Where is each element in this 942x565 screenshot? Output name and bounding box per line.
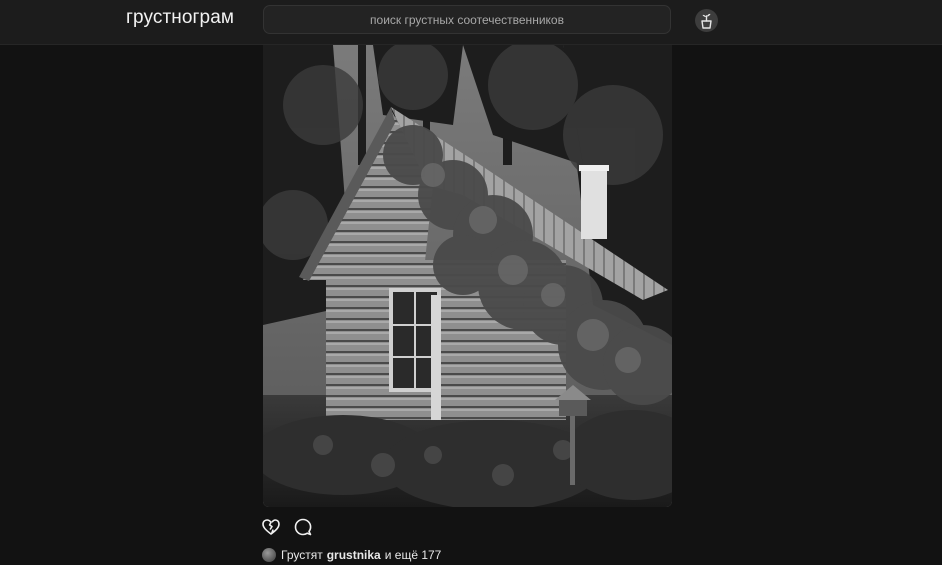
likes-prefix: Грустят: [281, 548, 323, 562]
avatar[interactable]: [262, 548, 276, 562]
speech-bubble-icon: [294, 518, 312, 536]
search-input[interactable]: [263, 5, 671, 34]
post-photo[interactable]: [263, 45, 672, 507]
plant-pot-icon: [701, 13, 712, 29]
comment-button[interactable]: [293, 517, 313, 537]
likes-username-link[interactable]: grustnika: [327, 548, 381, 562]
likes-summary: Грустят grustnika и ещё 177: [262, 547, 441, 563]
likes-count-link[interactable]: и ещё 177: [385, 548, 442, 562]
like-button[interactable]: [261, 517, 281, 537]
app-logo[interactable]: грустнограм: [126, 7, 234, 29]
top-bar: грустнограм: [0, 0, 942, 45]
broken-heart-icon: [262, 519, 280, 535]
house-photo: [263, 45, 672, 507]
profile-button[interactable]: [695, 9, 718, 32]
